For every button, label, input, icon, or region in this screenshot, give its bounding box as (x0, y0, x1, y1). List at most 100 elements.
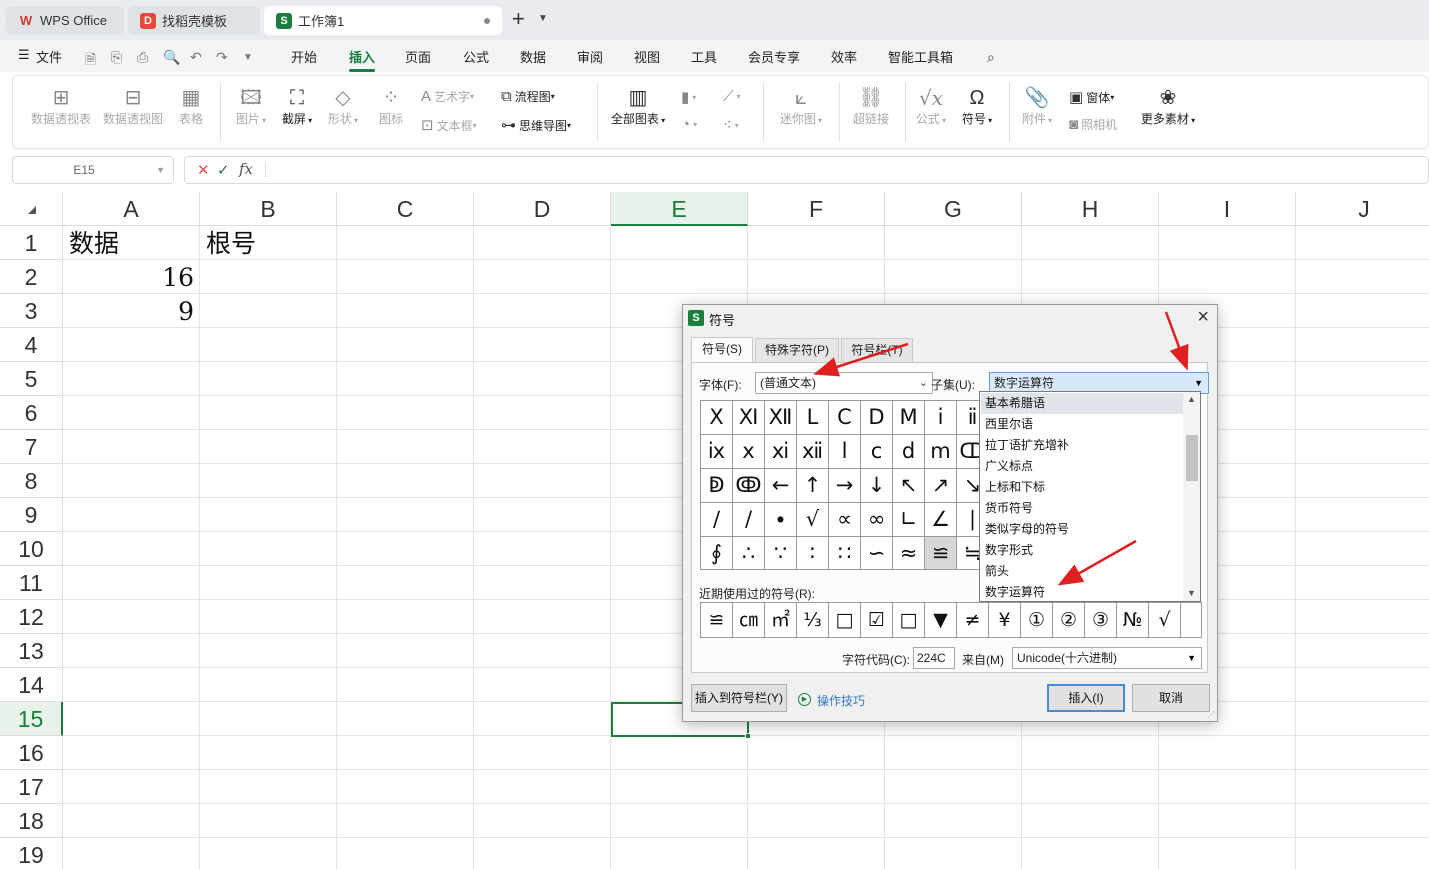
symbol-cell[interactable]: Ⅽ (829, 401, 861, 435)
symbol-cell[interactable]: ∞ (861, 503, 893, 537)
menu-review[interactable]: 审阅 (577, 47, 603, 66)
column-header-C[interactable]: C (337, 192, 474, 226)
camera-button[interactable]: ◙ 照相机 (1069, 116, 1117, 133)
chevron-down-icon[interactable]: ▼ (1187, 648, 1196, 668)
tab-symbol-bar[interactable]: 符号栏(T) (841, 338, 913, 362)
tab-docer-templates[interactable]: D 找稻壳模板 (128, 6, 260, 35)
confirm-formula-icon[interactable]: ✓ (217, 161, 230, 179)
subset-option[interactable]: 箭头 (981, 561, 1183, 582)
symbol-cell[interactable]: ∟ (893, 503, 925, 537)
undo-icon[interactable]: ↶ (190, 49, 202, 66)
subset-option[interactable]: 数字运算符 (981, 582, 1183, 603)
symbol-cell[interactable]: ↗ (925, 469, 957, 503)
cancel-button[interactable]: 取消 (1132, 684, 1210, 712)
symbol-cell[interactable]: ∶ (797, 537, 829, 569)
symbol-cell[interactable]: √ (797, 503, 829, 537)
symbol-cell[interactable]: Ⅿ (893, 401, 925, 435)
subset-option[interactable]: 货币符号 (981, 498, 1183, 519)
mindmap-button[interactable]: ⊶ 思维导图 ▾ (501, 116, 571, 134)
dropdown-scrollbar[interactable]: ▲ ▼ (1183, 392, 1200, 601)
menu-formula[interactable]: 公式 (463, 47, 489, 66)
symbol-grid[interactable]: Ⅹ Ⅺ Ⅻ Ⅼ Ⅽ Ⅾ Ⅿⅰ ⅱ ⅸ ⅹ ⅺ ⅻ ⅼ ⅽ ⅾ ⅿ ↀ ↁ ↂ ← ↑ → ↓ ↖ ↗ ↘ ∕ / ∙ √ ∝ ∞ ∟ ∠ ∣ ∮ ∴ ∵ ∶… (700, 400, 986, 570)
menu-smart-toolbox[interactable]: 智能工具箱 (888, 47, 953, 66)
symbol-cell[interactable]: ↓ (861, 469, 893, 503)
column-header-I[interactable]: I (1159, 192, 1296, 226)
column-header-H[interactable]: H (1022, 192, 1159, 226)
redo-icon[interactable]: ↷ (216, 49, 228, 66)
row-header-16[interactable]: 16 (0, 736, 63, 770)
symbol-cell[interactable]: ↂ (733, 469, 765, 503)
row-header-12[interactable]: 12 (0, 600, 63, 634)
symbol-cell[interactable]: ∕ (701, 503, 733, 537)
menu-page[interactable]: 页面 (405, 47, 431, 66)
column-header-A[interactable]: A (63, 192, 200, 226)
column-header-E[interactable]: E (611, 192, 748, 226)
symbol-cell[interactable]: ∷ (829, 537, 861, 569)
column-header-G[interactable]: G (885, 192, 1022, 226)
resize-grip-icon[interactable]: ⋰ (1207, 710, 1215, 719)
symbol-cell[interactable]: ⅽ (861, 435, 893, 469)
scroll-up-icon[interactable]: ▲ (1187, 394, 1196, 404)
symbol-cell[interactable]: ⅼ (829, 435, 861, 469)
menu-view[interactable]: 视图 (634, 47, 660, 66)
symbol-cell[interactable]: ∵ (765, 537, 797, 569)
row-header-9[interactable]: 9 (0, 498, 63, 532)
subset-option[interactable]: 类似字母的符号 (981, 519, 1183, 540)
search-icon[interactable]: ⌕ (987, 49, 995, 66)
line-chart-dropdown[interactable]: ⟋ ▾ (723, 88, 741, 105)
menu-home[interactable]: 开始 (291, 47, 317, 66)
symbol-cell[interactable]: Ⅻ (765, 401, 797, 435)
cancel-formula-icon[interactable]: ✕ (197, 161, 210, 179)
attachment-button[interactable]: 📎 附件 ▾ (1017, 86, 1057, 127)
subset-option[interactable]: 基本希腊语 (981, 393, 1183, 414)
symbol-cell[interactable]: / (733, 503, 765, 537)
subset-dropdown-list[interactable]: 基本希腊语 西里尔语 拉丁语扩充增补 广义标点 上标和下标 货币符号 类似字母的符号 数字形式… (979, 391, 1201, 602)
row-header-6[interactable]: 6 (0, 396, 63, 430)
all-charts-button[interactable]: ▥ 全部图表 ▾ (607, 86, 669, 127)
scatter-chart-dropdown[interactable]: ⁖ ▾ (723, 116, 739, 134)
symbol-cell[interactable]: Ⅹ (701, 401, 733, 435)
recent-symbol-cell[interactable]: № (1117, 603, 1149, 637)
symbol-cell[interactable]: → (829, 469, 861, 503)
symbol-cell[interactable]: ∮ (701, 537, 733, 569)
recent-symbol-cell[interactable]: ① (1021, 603, 1053, 637)
row-header-19[interactable]: 19 (0, 838, 63, 869)
symbol-cell[interactable]: ≌ (925, 537, 957, 569)
row-header-14[interactable]: 14 (0, 668, 63, 702)
column-header-B[interactable]: B (200, 192, 337, 226)
symbol-button[interactable]: Ω 符号 ▾ (957, 86, 997, 127)
pivot-table-button[interactable]: ⊞ 数据透视表 (29, 86, 93, 127)
symbol-cell[interactable]: ∙ (765, 503, 797, 537)
more-materials-button[interactable]: ❀ 更多素材 ▾ (1137, 86, 1199, 127)
chevron-down-icon[interactable]: ▼ (538, 13, 548, 24)
row-header-8[interactable]: 8 (0, 464, 63, 498)
menu-tools[interactable]: 工具 (691, 47, 717, 66)
row-header-13[interactable]: 13 (0, 634, 63, 668)
menu-file[interactable]: 文件 (36, 47, 62, 66)
subset-option[interactable]: 西里尔语 (981, 414, 1183, 435)
chevron-down-icon[interactable]: ▼ (1194, 373, 1203, 393)
cell-B1[interactable]: 根号 (200, 226, 337, 260)
symbol-cell[interactable]: ⅺ (765, 435, 797, 469)
hamburger-menu-icon[interactable]: ☰ (18, 47, 30, 63)
recent-symbols-grid[interactable]: ≌ ㎝㎡ ⅓ □ ☑ □ ▼ ≠ ¥ ① ② ③ № √ (700, 602, 1202, 638)
symbol-cell[interactable]: ∴ (733, 537, 765, 569)
symbol-cell[interactable]: ∠ (925, 503, 957, 537)
cell-A3[interactable]: 9 (63, 294, 200, 328)
symbol-cell[interactable]: ⅻ (797, 435, 829, 469)
cell-A2[interactable]: 16 (63, 260, 200, 294)
pie-chart-dropdown[interactable]: ◔ ▾ (681, 116, 697, 133)
symbol-cell[interactable]: ∝ (829, 503, 861, 537)
shape-button[interactable]: ◇ 形状 ▾ (323, 86, 363, 127)
row-header-4[interactable]: 4 (0, 328, 63, 362)
row-header-3[interactable]: 3 (0, 294, 63, 328)
symbol-cell[interactable]: ⅸ (701, 435, 733, 469)
symbol-cell[interactable]: ∽ (861, 537, 893, 569)
picture-button[interactable]: 🖾 图片 ▾ (231, 86, 271, 127)
chevron-down-icon[interactable]: ▼ (243, 52, 253, 63)
print-icon[interactable]: ⎙ (137, 49, 148, 66)
scroll-down-icon[interactable]: ▼ (1187, 588, 1196, 598)
formula-button[interactable]: √x 公式 ▾ (911, 86, 951, 127)
recent-symbol-cell[interactable]: ▼ (925, 603, 957, 637)
insert-button[interactable]: 插入(I) (1047, 684, 1125, 712)
